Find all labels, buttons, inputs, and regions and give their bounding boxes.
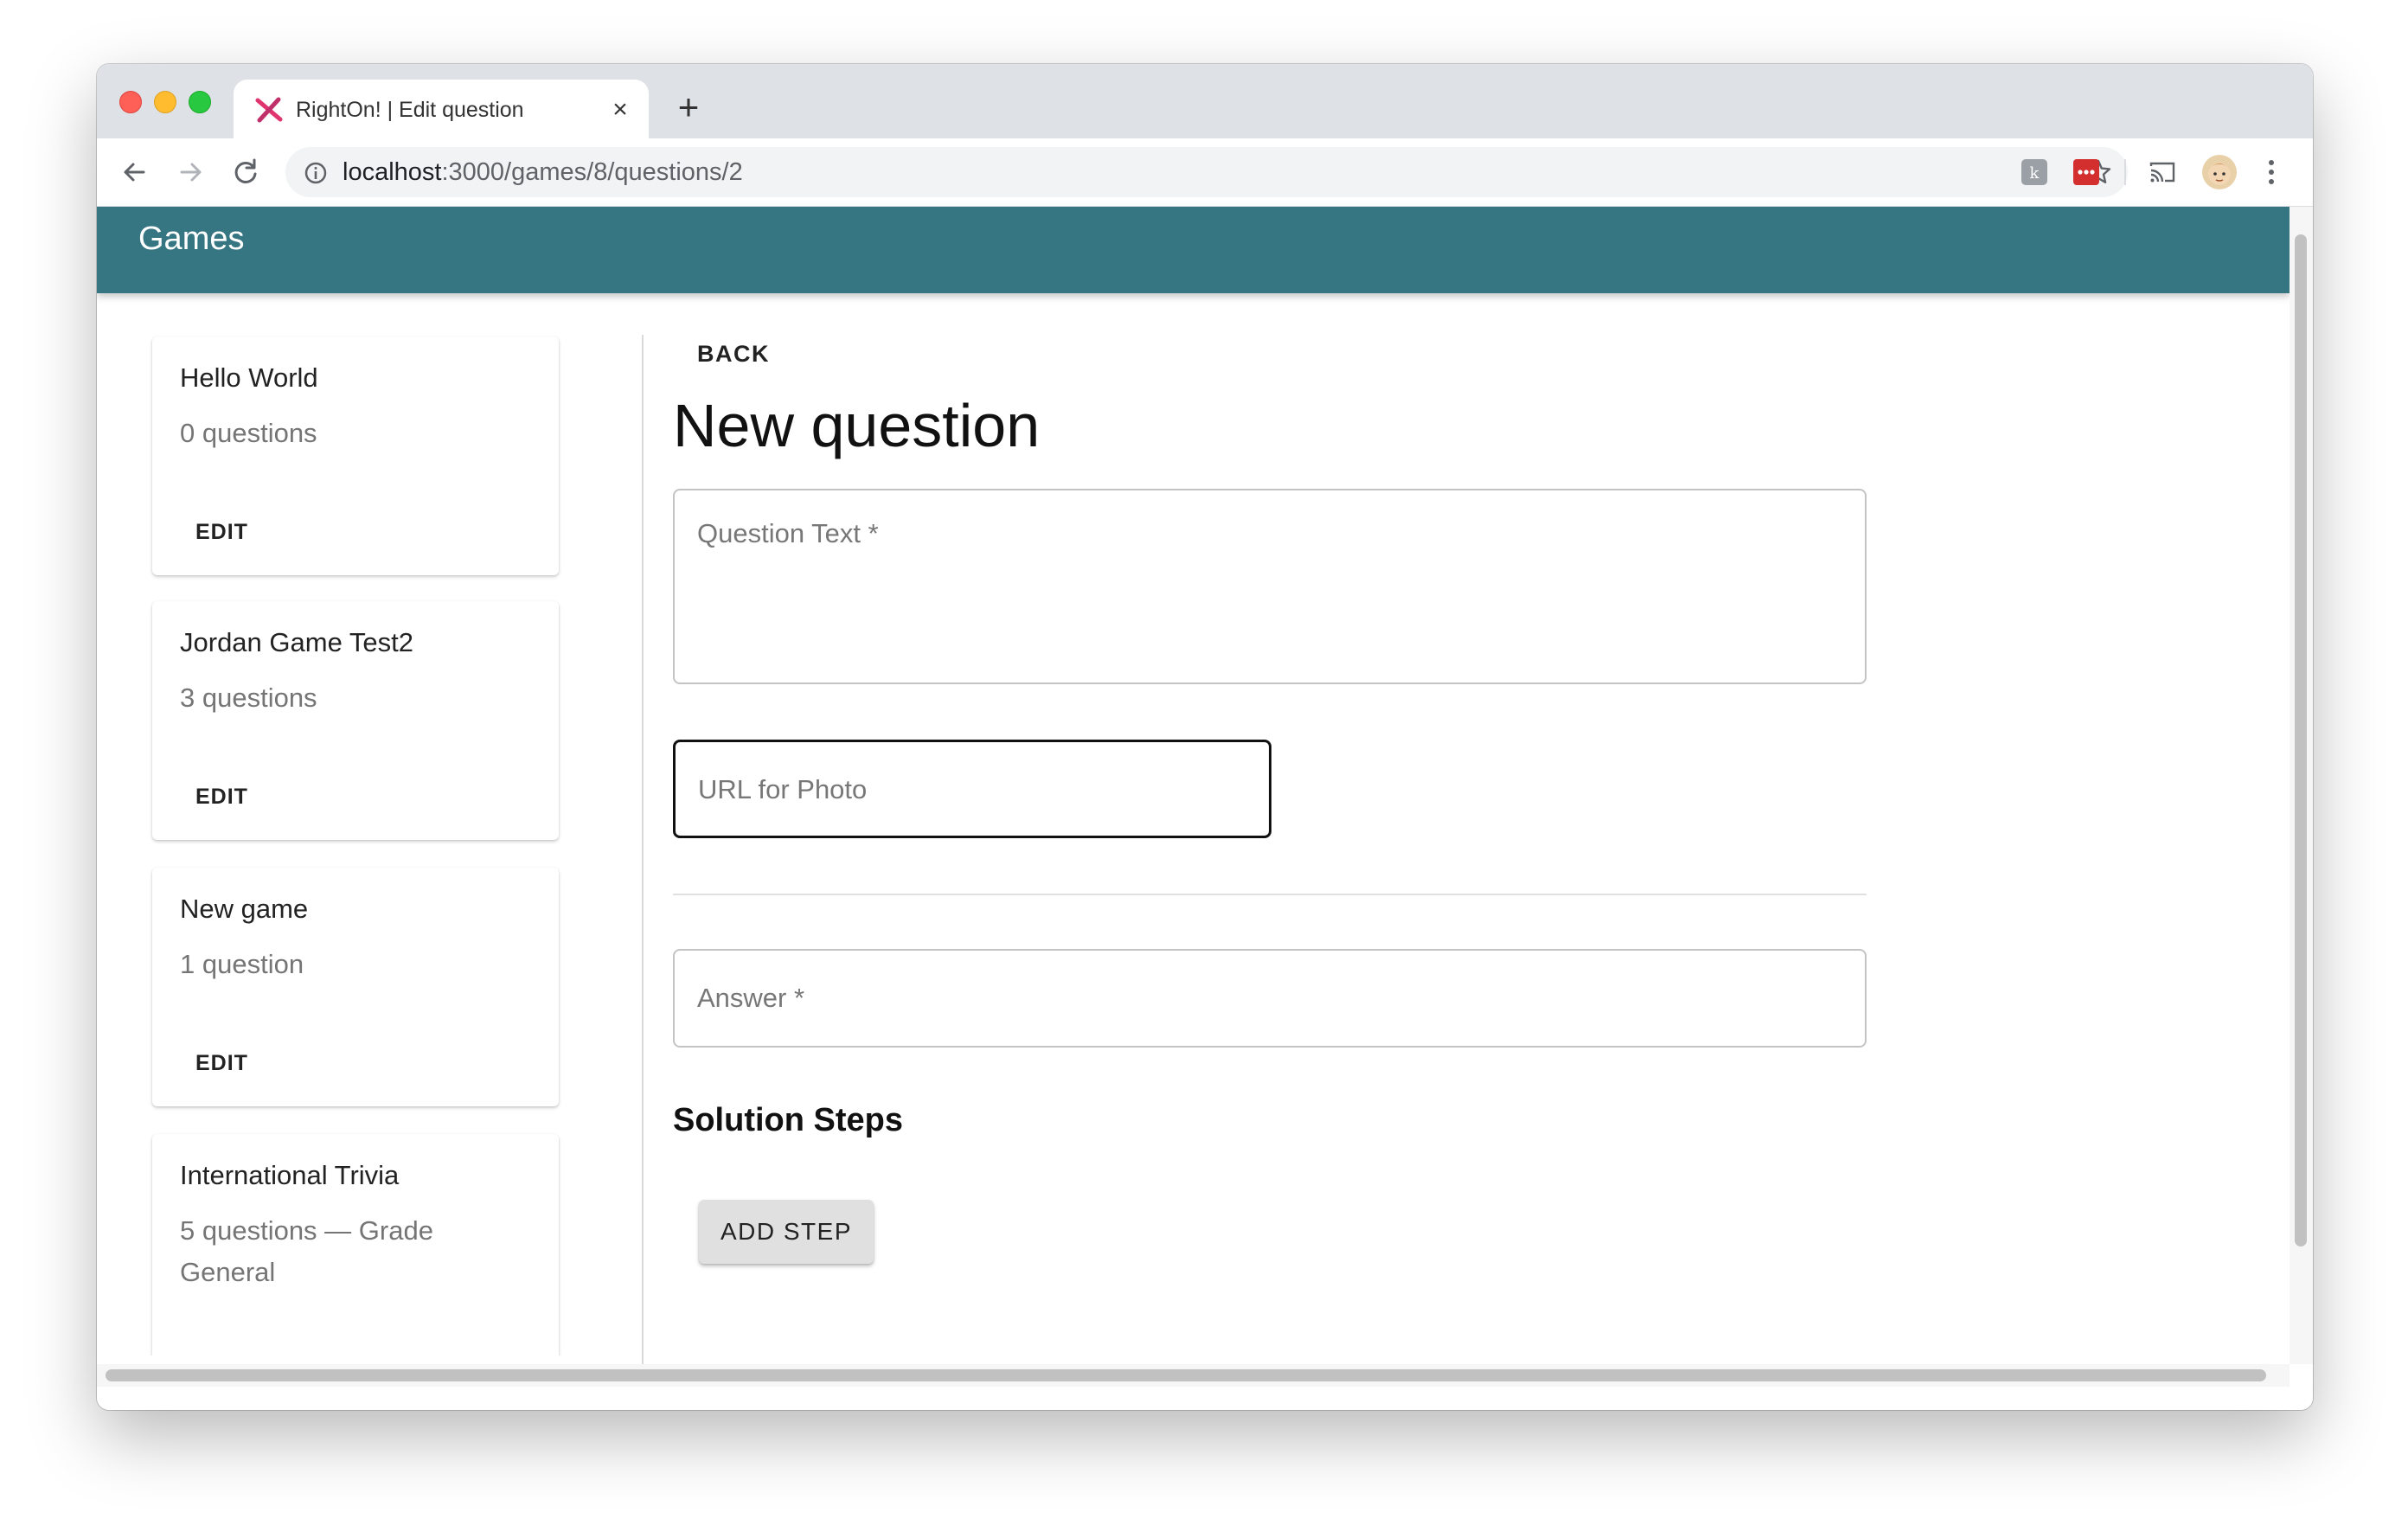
game-card: New game 1 question EDIT [152, 868, 559, 1106]
app-header: Games [97, 207, 2290, 293]
answer-field[interactable]: Answer * [673, 949, 1867, 1048]
game-title: Jordan Game Test2 [180, 627, 413, 657]
games-list: Hello World 0 questions EDIT Jordan Game… [97, 293, 642, 1355]
vertical-scrollbar-thumb[interactable] [2295, 234, 2307, 1246]
game-card: Hello World 0 questions EDIT [152, 336, 559, 575]
password-manager-icon[interactable] [2072, 158, 2100, 186]
extension-icon[interactable]: k [2021, 158, 2048, 186]
url-text[interactable]: localhost:3000/games/8/questions/2 [343, 157, 743, 187]
toolbar-separator [2124, 159, 2126, 185]
question-text-label: Question Text * [697, 518, 879, 548]
close-icon[interactable]: × [607, 97, 633, 123]
info-icon[interactable] [303, 160, 329, 186]
game-title: New game [180, 894, 309, 924]
app-header-title: Games [138, 221, 245, 257]
minimize-window-button[interactable] [154, 91, 176, 113]
address-bar[interactable]: localhost:3000/games/8/questions/2 [285, 147, 2128, 197]
tab-strip: RightOn! | Edit question × + [97, 64, 2313, 138]
question-editor: BACK New question Question Text * URL fo… [673, 293, 1884, 1410]
svg-text:k: k [2030, 164, 2040, 183]
cast-icon[interactable] [2149, 158, 2176, 186]
game-question-count: 0 questions [180, 418, 317, 448]
plus-icon[interactable]: + [671, 89, 706, 125]
horizontal-scrollbar-thumb[interactable] [106, 1369, 2266, 1381]
edit-game-button[interactable]: EDIT [180, 506, 264, 558]
photo-url-label: URL for Photo [698, 774, 868, 804]
game-question-count: 1 question [180, 949, 304, 979]
url-path: :3000/games/8/questions/2 [441, 158, 743, 186]
avatar[interactable] [2202, 155, 2237, 189]
add-step-button[interactable]: ADD STEP [699, 1200, 874, 1264]
edit-game-button[interactable]: EDIT [180, 771, 264, 823]
game-card: International Trivia 5 questions — Grade… [152, 1134, 559, 1355]
close-window-button[interactable] [119, 91, 142, 113]
reload-icon[interactable] [228, 155, 263, 189]
photo-url-field[interactable]: URL for Photo [673, 740, 1271, 838]
browser-tab[interactable]: RightOn! | Edit question × [234, 80, 649, 138]
browser-window: RightOn! | Edit question × + localhost:3… [97, 64, 2313, 1410]
page-title: New question [673, 392, 1041, 459]
tab-title: RightOn! | Edit question [296, 98, 524, 122]
game-question-count: 3 questions [180, 682, 317, 713]
forward-arrow-icon[interactable] [173, 155, 208, 189]
righton-favicon-icon [255, 97, 283, 123]
back-button[interactable]: BACK [673, 328, 794, 380]
game-title: Hello World [180, 362, 318, 393]
game-card: Jordan Game Test2 3 questions EDIT [152, 601, 559, 840]
game-title: International Trivia [180, 1160, 400, 1190]
page-viewport: Games Hello World 0 questions EDIT Jorda… [97, 207, 2313, 1410]
maximize-window-button[interactable] [189, 91, 211, 113]
question-text-field[interactable]: Question Text * [673, 489, 1867, 684]
url-host: localhost [343, 158, 442, 186]
section-divider [673, 894, 1867, 895]
profile-avatar-icon [2208, 163, 2231, 185]
sidebar-divider [642, 335, 644, 1364]
back-arrow-icon[interactable] [118, 155, 152, 189]
solution-steps-heading: Solution Steps [673, 1102, 903, 1138]
more-vert-icon[interactable] [2266, 157, 2277, 188]
edit-game-button[interactable]: EDIT [180, 1037, 264, 1089]
browser-toolbar: localhost:3000/games/8/questions/2 k [97, 138, 2313, 207]
answer-label: Answer * [697, 983, 805, 1013]
game-question-count: 5 questions — Grade General [180, 1215, 433, 1287]
